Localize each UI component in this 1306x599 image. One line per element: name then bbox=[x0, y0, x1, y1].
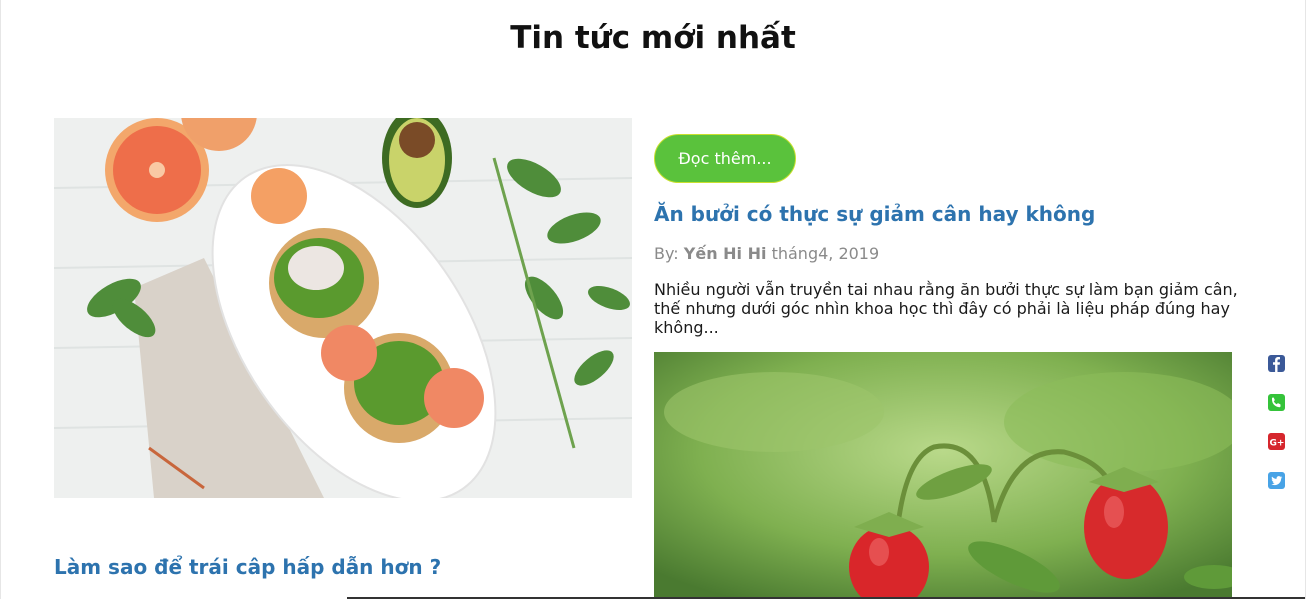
svg-text:G+: G+ bbox=[1270, 439, 1285, 449]
social-share-bar: G+ bbox=[1268, 355, 1286, 511]
strawberry-image[interactable] bbox=[654, 352, 1232, 599]
second-post-title-link[interactable]: Làm sao để trái câp hấp dẫn hơn ? bbox=[54, 555, 441, 579]
phone-icon[interactable] bbox=[1268, 394, 1285, 411]
post-title-link[interactable]: Ăn bưởi có thực sự giảm cân hay không bbox=[654, 202, 1095, 226]
page-title: Tin tức mới nhất bbox=[510, 20, 796, 56]
post-excerpt: Nhiều người vẫn truyền tai nhau rằng ăn … bbox=[654, 280, 1238, 337]
facebook-icon[interactable] bbox=[1268, 355, 1285, 372]
read-more-button[interactable]: Đọc thêm... bbox=[654, 134, 796, 183]
google-plus-icon[interactable]: G+ bbox=[1268, 433, 1285, 450]
post-byline: By: Yến Hi Hi tháng4, 2019 bbox=[654, 244, 879, 263]
twitter-icon[interactable] bbox=[1268, 472, 1285, 489]
featured-food-image[interactable] bbox=[54, 118, 632, 498]
byline-prefix: By: bbox=[654, 244, 679, 263]
post-date: tháng4, 2019 bbox=[771, 244, 880, 263]
post-author: Yến Hi Hi bbox=[683, 244, 767, 263]
